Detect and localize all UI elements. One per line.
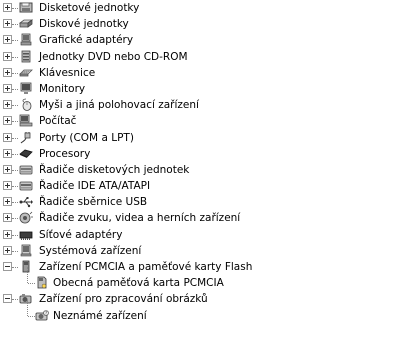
tree-item-display-adapters[interactable]: Grafické adaptéry [0,32,400,48]
floppy-icon [19,2,33,13]
tree-item-usb-controllers[interactable]: Řadiče sběrnice USB [0,194,400,210]
tree-item-processors[interactable]: Procesory [0,146,400,162]
tree-item-label: Síťové adaptéry [39,228,123,241]
tree-item-imaging-devices[interactable]: Zařízení pro zpracování obrázků [0,291,400,307]
tree-item-label: Zařízení pro zpracování obrázků [39,293,208,306]
network-adapter-icon [19,231,33,240]
expand-icon[interactable] [3,148,12,158]
imaging-device-icon [19,294,32,304]
tree-item-label: Porty (COM a LPT) [39,131,134,144]
expand-icon[interactable] [3,51,12,61]
tree-item-network-adapters[interactable]: Síťové adaptéry [0,227,400,243]
tree-item-label: Řadiče disketových jednotek [39,163,190,176]
sound-icon [19,212,33,224]
tree-item-computer[interactable]: Počítač [0,113,400,129]
expand-icon[interactable] [3,19,12,29]
tree-item-label: Procesory [39,147,91,160]
cd-drive-icon [21,50,31,62]
tree-item-pcmcia-flash[interactable]: Zařízení PCMCIA a paměťové karty Flash [0,259,400,275]
tree-item-sound-video-game[interactable]: Řadiče zvuku, videa a herních zařízení [0,210,400,226]
expand-icon[interactable] [3,245,12,255]
tree-item-label: Monitory [39,82,86,95]
collapse-icon[interactable] [3,262,12,271]
expand-icon[interactable] [3,67,12,77]
expand-icon[interactable] [3,3,12,12]
tree-item-label: Klávesnice [39,66,96,79]
tree-item-floppy-drives[interactable]: Disketové jednotky [0,0,400,16]
tree-item-label: Jednotky DVD nebo CD-ROM [39,50,188,63]
processor-icon [19,149,33,158]
svg-text:?: ? [45,310,47,315]
unknown-device-icon: ? [35,309,49,320]
expand-icon[interactable] [3,116,12,126]
monitor-icon [20,82,32,94]
tree-item-monitors[interactable]: Monitory [0,81,400,97]
tree-item-label: Řadiče zvuku, videa a herních zařízení [39,212,241,225]
expand-icon[interactable] [3,164,12,174]
tree-item-label: Neznámé zařízení [53,309,147,322]
keyboard-icon [19,69,33,77]
tree-item-label: Zařízení PCMCIA a paměťové karty Flash [39,261,253,273]
tree-item-generic-pcmcia-card[interactable]: Obecná paměťová karta PCMCIA [0,267,400,291]
expand-icon[interactable] [3,132,12,142]
tree-item-label: Řadiče sběrnice USB [39,196,148,209]
expand-icon[interactable] [3,83,12,93]
tree-item-dvd-cdrom-drives[interactable]: Jednotky DVD nebo CD-ROM [0,49,400,65]
tree-item-label: Řadiče IDE ATA/ATAPI [39,180,151,193]
hard-drive-icon [19,19,33,28]
expand-icon[interactable] [3,35,12,45]
collapse-icon[interactable] [3,294,12,304]
tree-item-unknown-device[interactable]: ? Neznámé zařízení [0,299,400,324]
ide-controller-icon [19,181,33,191]
port-icon [20,131,31,143]
expand-icon[interactable] [3,197,12,207]
tree-item-label: Myši a jiná polohovací zařízení [39,99,199,112]
tree-item-disk-drives[interactable]: Diskové jednotky [0,16,400,32]
tree-item-ports[interactable]: Porty (COM a LPT) [0,130,400,146]
tree-item-label: Grafické adaptéry [39,34,134,47]
tree-item-keyboards[interactable]: Klávesnice [0,65,400,81]
tree-item-system-devices[interactable]: Systémová zařízení [0,243,400,259]
expand-icon[interactable] [3,100,12,110]
floppy-controller-icon [19,165,33,175]
tree-item-ide-controllers[interactable]: Řadiče IDE ATA/ATAPI [0,178,400,194]
usb-icon [19,197,33,208]
tree-item-floppy-controllers[interactable]: Řadiče disketových jednotek [0,162,400,178]
tree-item-label: Obecná paměťová karta PCMCIA [53,277,224,290]
system-device-icon [20,244,32,257]
expand-icon[interactable] [3,181,12,191]
tree-item-label: Počítač [39,115,77,128]
tree-item-mice[interactable]: Myši a jiná polohovací zařízení [0,97,400,113]
pcmcia-icon [22,260,30,273]
display-adapter-icon [20,33,32,46]
tree-item-label: Diskové jednotky [39,18,129,31]
tree-item-label: Disketové jednotky [39,2,140,14]
memory-card-icon [37,276,47,289]
expand-icon[interactable] [3,229,12,239]
mouse-icon [22,98,32,112]
tree-item-label: Systémová zařízení [39,244,142,257]
expand-icon[interactable] [3,213,12,223]
device-tree: Disketové jednotky Diskové jednotky Graf… [0,0,400,324]
computer-icon [19,114,33,127]
